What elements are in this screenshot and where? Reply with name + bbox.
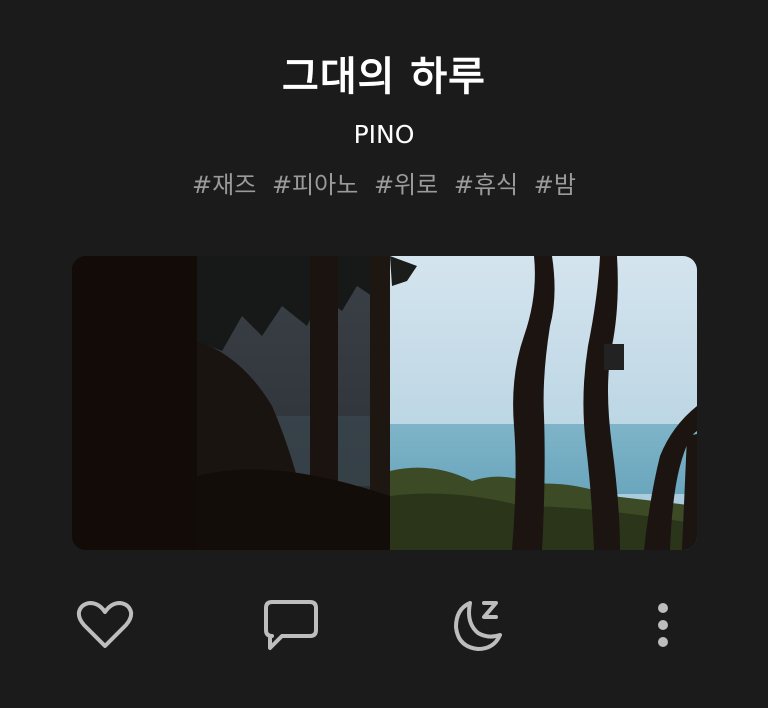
more-button[interactable] [628,590,698,660]
comment-button[interactable] [256,590,326,660]
tag-item[interactable]: #밤 [534,171,576,199]
comment-icon [264,600,318,650]
sleep-moon-icon [454,601,502,651]
tag-item[interactable]: #휴식 [454,171,518,199]
track-screen: 그대의 하루 PINO #재즈 #피아노 #위로 #휴식 #밤 [0,0,768,708]
tag-list: #재즈 #피아노 #위로 #휴식 #밤 [0,165,768,200]
album-cover[interactable] [72,256,697,550]
track-title: 그대의 하루 [282,54,486,100]
heart-icon [76,601,134,648]
like-button[interactable] [70,590,140,660]
action-bar [0,590,768,660]
tag-item[interactable]: #위로 [374,171,438,199]
more-vertical-icon [658,603,668,647]
artist-name[interactable]: PINO [0,120,768,149]
sleep-timer-button[interactable] [442,590,512,660]
album-cover-image [72,256,697,550]
tag-item[interactable]: #재즈 [192,171,256,199]
tag-item[interactable]: #피아노 [272,171,358,199]
